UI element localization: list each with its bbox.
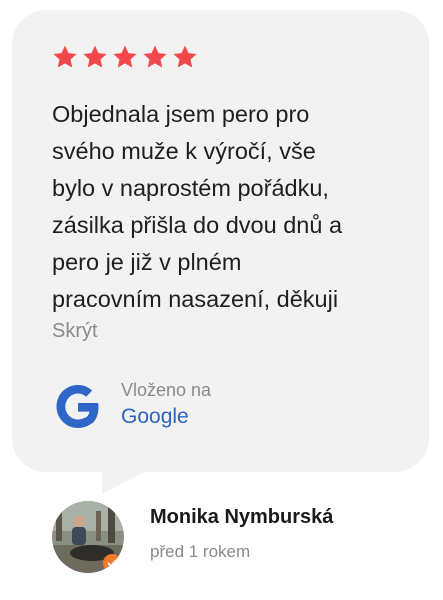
star-icon bbox=[53, 45, 77, 68]
google-g-icon bbox=[56, 385, 99, 428]
review-text-line: zásilka přišla do dvou dnů a bbox=[52, 212, 343, 238]
review-card-tail bbox=[102, 472, 144, 494]
review-text-line: bylo v naprostém pořádku, bbox=[52, 175, 329, 201]
posted-on-label: Vloženo na bbox=[121, 380, 212, 400]
star-icon bbox=[83, 45, 107, 68]
user-photo-avatar[interactable] bbox=[52, 501, 124, 573]
google-source-link[interactable]: Google bbox=[121, 405, 189, 429]
review-time: před 1 rokem bbox=[150, 542, 251, 561]
review-text-line: pracovním nasazení, děkuji bbox=[52, 286, 339, 312]
hide-review-link[interactable]: Skrýt bbox=[52, 320, 98, 343]
review-text-line: svého muže k výročí, vše bbox=[52, 138, 316, 164]
star-icon bbox=[173, 45, 197, 68]
review-text: Objednala jsem pero pro svého muže k výr… bbox=[52, 96, 402, 318]
author-name: Monika Nymburská bbox=[150, 506, 334, 528]
review-text-line: Objednala jsem pero pro bbox=[52, 101, 310, 127]
star-icon bbox=[113, 45, 137, 68]
star-rating bbox=[52, 44, 198, 70]
star-icon bbox=[143, 45, 167, 68]
review-text-line: pero je již v plném bbox=[52, 249, 242, 275]
